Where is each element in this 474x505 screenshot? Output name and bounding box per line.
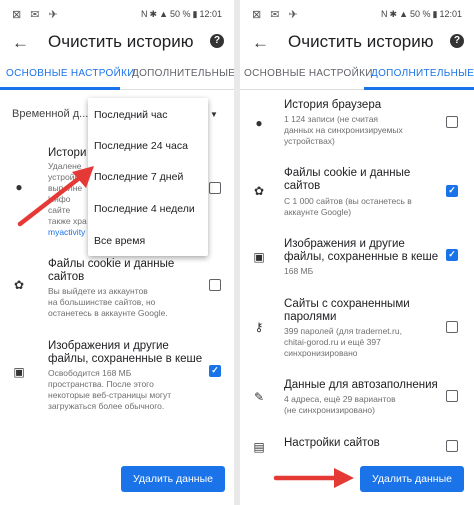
autofill-description: 4 адреса, ещё 29 вариантов	[284, 394, 396, 404]
menu-item-all-time[interactable]: Все время	[94, 235, 145, 247]
cookies-description: С 1 000 сайтов (вы останетесь в	[284, 196, 412, 206]
dropdown-caret-icon[interactable]: ▼	[210, 110, 218, 119]
help-icon[interactable]: ?	[450, 34, 464, 48]
signal-icon: ▲	[399, 9, 408, 19]
notification-icons: ⊠ ✉ ✈	[12, 9, 61, 21]
menu-item-last-4-weeks[interactable]: Последние 4 недели	[94, 203, 195, 215]
bluetooth-icon: ✱	[389, 9, 398, 19]
image-icon: ▣	[13, 365, 25, 379]
help-icon[interactable]: ?	[210, 34, 224, 48]
back-arrow-icon[interactable]: ←	[12, 33, 29, 53]
cache-title: файлы, сохраненные в кеше	[284, 251, 439, 263]
page-title: Очистить историю	[48, 32, 194, 51]
battery-level: 50 %	[410, 9, 431, 19]
time-range-label: Временной д...	[12, 108, 89, 120]
battery-level: 50 %	[170, 9, 191, 19]
status-indicators: N ✱ ▲ 50 % ▮ 12:01	[139, 9, 222, 20]
cache-description: пространства. После этого	[48, 379, 154, 389]
cache-title: Изображения и другие	[48, 340, 169, 352]
autofill-checkbox[interactable]	[446, 390, 458, 402]
cookies-description: аккаунте Google)	[284, 207, 352, 217]
passwords-description: синхронизировано	[284, 348, 358, 358]
time-range-dropdown: Последний час Последние 24 часа Последни…	[88, 98, 208, 256]
clock: 12:01	[439, 9, 462, 19]
cache-checkbox[interactable]: ✓	[209, 365, 221, 377]
status-indicators: N ✱ ▲ 50 % ▮ 12:01	[379, 9, 462, 20]
app-bar: ← Очистить историю ?	[240, 28, 474, 58]
tab-bar: ОСНОВНЫЕ НАСТРОЙКИ ДОПОЛНИТЕЛЬНЫЕ	[0, 60, 234, 90]
cache-checkbox[interactable]: ✓	[446, 249, 458, 261]
tab-indicator	[0, 87, 120, 90]
site-settings-title: Настройки сайтов	[284, 437, 380, 449]
cookie-icon: ✿	[13, 278, 25, 292]
history-title: История браузера	[284, 99, 382, 111]
red-arrow-icon	[273, 468, 354, 488]
cache-description: некоторые веб-страницы могут	[48, 390, 172, 400]
back-arrow-icon[interactable]: ←	[252, 33, 269, 53]
autofill-description: (не синхронизировано)	[284, 405, 375, 415]
site-settings-checkbox[interactable]	[446, 440, 458, 452]
notification-icons: ⊠ ✉ ✈	[252, 9, 301, 21]
tab-advanced[interactable]: ДОПОЛНИТЕЛЬНЫЕ	[132, 68, 234, 79]
red-arrow-icon	[17, 166, 94, 227]
page-title: Очистить историю	[288, 32, 434, 51]
cookies-title: Файлы cookie и данные	[48, 258, 175, 270]
battery-icon: ▮	[432, 9, 438, 19]
cookies-description: останетесь в аккаунте Google.	[48, 308, 168, 318]
signal-icon: ▲	[159, 9, 168, 19]
right-screen: ⊠ ✉ ✈ N ✱ ▲ 50 % ▮ 12:01 ← Очистить историю ?…	[240, 0, 474, 505]
history-checkbox[interactable]	[446, 116, 458, 128]
tab-basic[interactable]: ОСНОВНЫЕ НАСТРОЙКИ	[6, 68, 135, 79]
passwords-checkbox[interactable]	[446, 321, 458, 333]
tab-bar: ОСНОВНЫЕ НАСТРОЙКИ ДОПОЛНИТЕЛЬНЫЕ	[240, 60, 474, 90]
menu-item-last-24-hours[interactable]: Последние 24 часа	[94, 140, 188, 152]
delete-data-button[interactable]: Удалить данные	[121, 466, 225, 492]
cache-description: 168 МБ	[284, 266, 314, 276]
cookies-title: Файлы cookie и данные	[284, 167, 411, 179]
passwords-title: паролями	[284, 311, 337, 323]
cache-description: Освободится 168 МБ	[48, 368, 132, 378]
autofill-title: Данные для автозаполнения	[284, 379, 438, 391]
cookies-checkbox[interactable]	[209, 279, 221, 291]
history-description: устройствах)	[284, 136, 335, 146]
status-bar: ⊠ ✉ ✈ N ✱ ▲ 50 % ▮ 12:01	[240, 0, 474, 28]
cookie-icon: ✿	[253, 184, 265, 198]
history-description: данных на синхронизируемых	[284, 125, 403, 135]
bluetooth-icon: ✱	[149, 9, 158, 19]
battery-icon: ▮	[192, 9, 198, 19]
cache-description: загружаться более обычного.	[48, 401, 165, 411]
cookies-checkbox[interactable]: ✓	[446, 185, 458, 197]
delete-data-button[interactable]: Удалить данные	[360, 466, 464, 492]
key-icon: ⚷	[254, 320, 264, 334]
tab-indicator	[364, 87, 474, 90]
cookies-title: сайтов	[48, 271, 85, 283]
menu-item-last-7-days[interactable]: Последние 7 дней	[94, 171, 183, 183]
passwords-description: chitai-gorod.ru и ещё 397	[284, 337, 381, 347]
history-description: 1 124 записи (не считая	[284, 114, 379, 124]
cache-title: Изображения и другие	[284, 238, 405, 250]
passwords-title: Сайты с сохраненными	[284, 298, 410, 310]
history-checkbox[interactable]	[209, 182, 221, 194]
pencil-icon: ✎	[253, 390, 265, 404]
clock-icon: ●	[255, 116, 263, 130]
app-bar: ← Очистить историю ?	[0, 28, 234, 58]
image-icon: ▣	[253, 250, 265, 264]
left-screen: ⊠ ✉ ✈ N ✱ ▲ 50 % ▮ 12:01 ← Очистить историю ?…	[0, 0, 234, 505]
site-settings-icon: ▤	[253, 440, 265, 454]
cache-title: файлы, сохраненные в кеше	[48, 353, 203, 365]
cookies-title: сайтов	[284, 180, 321, 192]
menu-item-last-hour[interactable]: Последний час	[94, 109, 168, 121]
passwords-description: 399 паролей (для tradernet.ru,	[284, 326, 402, 336]
tab-basic[interactable]: ОСНОВНЫЕ НАСТРОЙКИ	[244, 68, 373, 79]
cookies-description: Вы выйдете из аккаунтов	[48, 286, 148, 296]
status-bar: ⊠ ✉ ✈ N ✱ ▲ 50 % ▮ 12:01	[0, 0, 234, 28]
clock: 12:01	[199, 9, 222, 19]
nfc-icon: N	[381, 9, 388, 19]
nfc-icon: N	[141, 9, 148, 19]
history-title: Истори	[48, 147, 87, 159]
tab-advanced[interactable]: ДОПОЛНИТЕЛЬНЫЕ	[371, 68, 474, 79]
cookies-description: на большинстве сайтов, но	[48, 297, 156, 307]
